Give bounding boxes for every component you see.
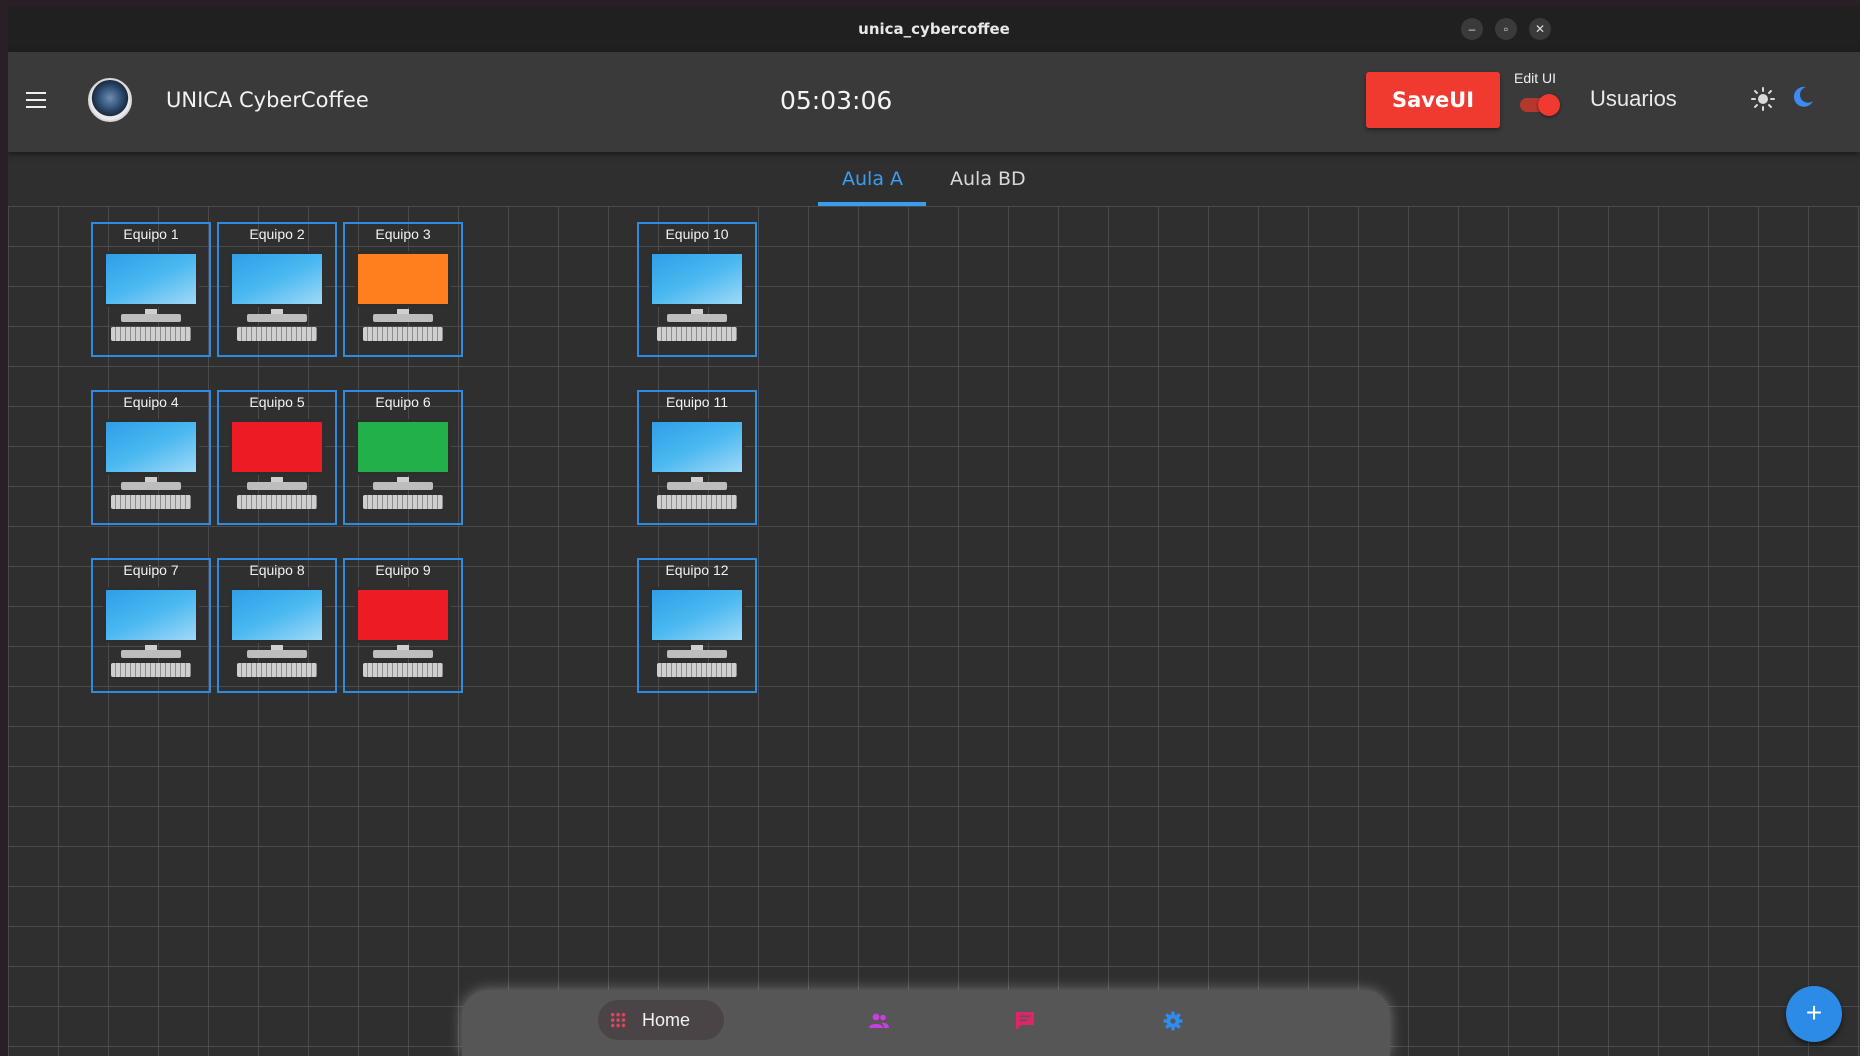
station-label: Equipo 8 — [249, 562, 305, 578]
logo — [88, 78, 132, 122]
station-card[interactable]: Equipo 2 — [217, 222, 337, 357]
monitor-icon — [649, 419, 745, 475]
settings-gear-icon[interactable] — [1162, 1010, 1184, 1032]
moon-icon[interactable] — [1790, 84, 1816, 110]
monitor-icon — [649, 587, 745, 643]
apps-grid-icon — [610, 1012, 626, 1028]
clock: 05:03:06 — [780, 86, 893, 115]
monitor-icon — [103, 419, 199, 475]
monitor-icon — [355, 587, 451, 643]
station-card[interactable]: Equipo 7 — [91, 558, 211, 693]
station-card[interactable]: Equipo 5 — [217, 390, 337, 525]
keyboard-icon — [657, 495, 737, 509]
station-card[interactable]: Equipo 8 — [217, 558, 337, 693]
station-card[interactable]: Equipo 12 — [637, 558, 757, 693]
users-icon[interactable] — [868, 1010, 890, 1032]
close-button[interactable]: ✕ — [1529, 18, 1551, 40]
monitor-icon — [103, 251, 199, 307]
app-header: UNICA CyberCoffee 05:03:06 SaveUI Edit U… — [8, 52, 1860, 152]
station-card[interactable]: Equipo 10 — [637, 222, 757, 357]
keyboard-icon — [111, 663, 191, 677]
monitor-icon — [103, 587, 199, 643]
tab-aula-bd[interactable]: Aula BD — [950, 168, 1026, 190]
window-titlebar: unica_cybercoffee – ▫ ✕ — [8, 6, 1860, 52]
hamburger-menu-icon[interactable] — [26, 92, 46, 108]
keyboard-icon — [657, 327, 737, 341]
monitor-icon — [229, 419, 325, 475]
sun-icon[interactable] — [1750, 86, 1776, 112]
nav-home-button[interactable]: Home — [598, 1000, 724, 1040]
station-card[interactable]: Equipo 1 — [91, 222, 211, 357]
station-label: Equipo 6 — [375, 394, 431, 410]
keyboard-icon — [363, 327, 443, 341]
room-tabs: Aula A Aula BD — [8, 152, 1860, 206]
window-title: unica_cybercoffee — [858, 20, 1010, 38]
monitor-icon — [229, 587, 325, 643]
station-label: Equipo 10 — [665, 226, 729, 242]
keyboard-icon — [657, 663, 737, 677]
minimize-button[interactable]: – — [1461, 18, 1483, 40]
background-window-edge — [1860, 0, 1868, 1056]
keyboard-icon — [363, 495, 443, 509]
station-label: Equipo 1 — [123, 226, 179, 242]
station-card[interactable]: Equipo 3 — [343, 222, 463, 357]
station-label: Equipo 9 — [375, 562, 431, 578]
edit-ui-label: Edit UI — [1514, 70, 1557, 86]
station-label: Equipo 12 — [665, 562, 729, 578]
station-card[interactable]: Equipo 4 — [91, 390, 211, 525]
station-label: Equipo 5 — [249, 394, 305, 410]
bottom-navbar: Home — [462, 990, 1390, 1056]
station-label: Equipo 4 — [123, 394, 179, 410]
chat-icon[interactable] — [1014, 1010, 1036, 1032]
add-fab-button[interactable]: + — [1786, 986, 1842, 1042]
edit-ui-toggle[interactable] — [1520, 94, 1560, 116]
monitor-icon — [649, 251, 745, 307]
keyboard-icon — [363, 663, 443, 677]
station-label: Equipo 2 — [249, 226, 305, 242]
keyboard-icon — [237, 663, 317, 677]
keyboard-icon — [111, 327, 191, 341]
station-label: Equipo 7 — [123, 562, 179, 578]
users-link[interactable]: Usuarios — [1590, 86, 1677, 112]
app-window: unica_cybercoffee – ▫ ✕ UNICA CyberCoffe… — [8, 6, 1860, 1056]
station-card[interactable]: Equipo 9 — [343, 558, 463, 693]
keyboard-icon — [237, 495, 317, 509]
tab-aula-a[interactable]: Aula A — [842, 168, 903, 190]
station-card[interactable]: Equipo 11 — [637, 390, 757, 525]
keyboard-icon — [237, 327, 317, 341]
station-label: Equipo 11 — [665, 394, 728, 410]
station-label: Equipo 3 — [375, 226, 431, 242]
keyboard-icon — [111, 495, 191, 509]
monitor-icon — [229, 251, 325, 307]
monitor-icon — [355, 251, 451, 307]
monitor-icon — [355, 419, 451, 475]
save-ui-button[interactable]: SaveUI — [1366, 72, 1500, 128]
maximize-button[interactable]: ▫ — [1495, 18, 1517, 40]
nav-home-label: Home — [642, 1010, 691, 1030]
app-title: UNICA CyberCoffee — [166, 88, 369, 112]
station-card[interactable]: Equipo 6 — [343, 390, 463, 525]
room-layout-grid: Equipo 1 Equipo 2 Equipo 3 Equipo 10 Equ… — [8, 206, 1860, 1056]
